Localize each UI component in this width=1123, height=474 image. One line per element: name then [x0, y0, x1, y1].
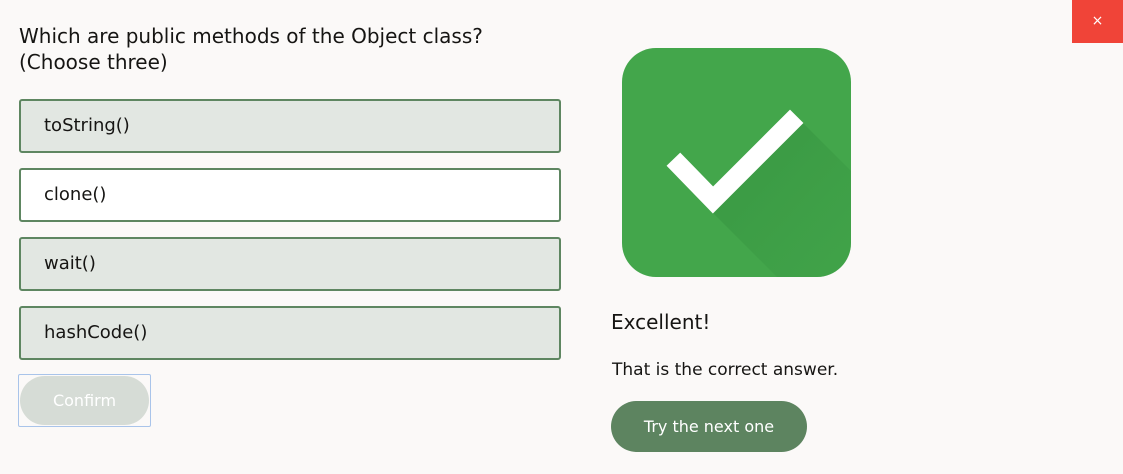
- answer-option-clone[interactable]: clone(): [19, 168, 561, 222]
- question-line: Which are public methods of the Object c…: [19, 24, 483, 48]
- question-instruction: (Choose three): [19, 50, 168, 74]
- answer-option-wait[interactable]: wait(): [19, 237, 561, 291]
- answer-option-tostring[interactable]: toString(): [19, 99, 561, 153]
- result-title: Excellent!: [611, 310, 711, 334]
- answer-option-hashcode[interactable]: hashCode(): [19, 306, 561, 360]
- confirm-focus-ring: Confirm: [18, 374, 151, 427]
- try-next-button[interactable]: Try the next one: [611, 401, 807, 452]
- checkmark-icon: [622, 48, 851, 277]
- result-message: That is the correct answer.: [612, 360, 839, 380]
- close-button[interactable]: ×: [1072, 0, 1123, 43]
- confirm-button[interactable]: Confirm: [20, 376, 149, 425]
- quiz-panel: × Which are public methods of the Object…: [0, 0, 1123, 474]
- question-text: Which are public methods of the Object c…: [19, 23, 559, 75]
